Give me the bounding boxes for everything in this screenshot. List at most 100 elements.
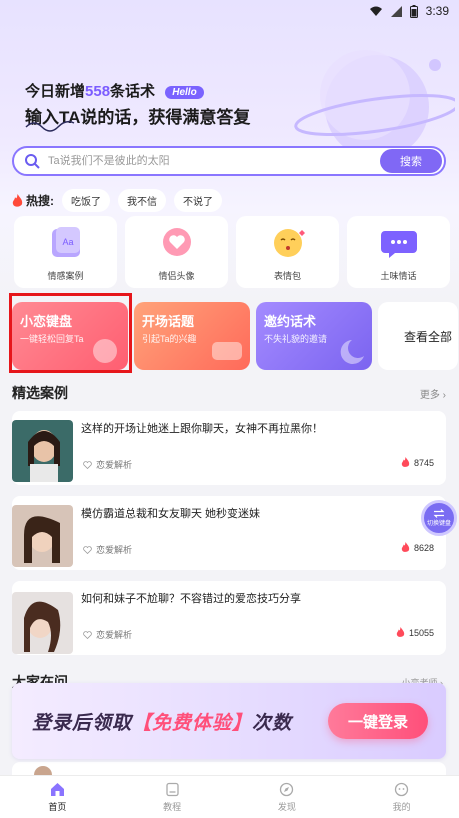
status-bar: 3:39 xyxy=(0,0,459,22)
tab-home[interactable]: 首页 xyxy=(0,776,115,818)
svg-text:Aa: Aa xyxy=(62,237,73,247)
login-promo-banner[interactable]: 登录后领取【免费体验】次数 一键登录 xyxy=(12,683,446,759)
featured-more-link[interactable]: 更多 › xyxy=(420,386,446,401)
case-item[interactable]: 模仿霸道总裁和女友聊天 她秒变迷妹 恋爱解析 8628 xyxy=(12,496,446,570)
headline-prefix: 今日新增 xyxy=(25,83,86,100)
category-label: 土味情话 xyxy=(380,271,417,281)
book-icon xyxy=(165,782,179,796)
hot-chip[interactable]: 不说了 xyxy=(174,189,222,212)
compass-icon xyxy=(280,782,294,796)
case-count-value: 8745 xyxy=(413,457,434,468)
hot-search-text: 热搜: xyxy=(26,194,54,208)
case-count: 8745 xyxy=(401,457,434,468)
category-label: 情感案例 xyxy=(47,271,84,281)
featured-header: 精选案例 更多 › xyxy=(12,383,446,403)
view-all-label: 查看全部 xyxy=(404,329,453,344)
tab-label: 首页 xyxy=(48,801,67,812)
case-thumbnail xyxy=(12,505,73,567)
promo-highlight: 【免费体验】 xyxy=(132,712,253,734)
hot-chip[interactable]: 吃饭了 xyxy=(62,189,110,212)
category-couple-avatars[interactable]: 情侣头像 xyxy=(125,216,228,288)
home-icon xyxy=(50,782,64,796)
tool-title: 邀约话术 xyxy=(264,314,317,329)
category-stickers[interactable]: 表情包 xyxy=(236,216,339,288)
kiss-emoji-icon xyxy=(274,229,305,257)
chat-dots-icon xyxy=(212,342,242,360)
case-tag: 恋爱解析 xyxy=(83,543,132,556)
search-button[interactable]: 搜索 xyxy=(380,149,442,173)
tool-subtitle: 不失礼貌的邀请 xyxy=(264,334,328,344)
fire-icon xyxy=(401,457,410,467)
aa-book-icon: Aa xyxy=(52,227,80,257)
category-label: 表情包 xyxy=(273,271,301,281)
moon-icon xyxy=(340,340,364,364)
case-item[interactable]: 这样的开场让她迷上跟你聊天，女神不再拉黑你！ 恋爱解析 8745 xyxy=(12,411,446,485)
switch-keyboard-button[interactable]: 切换键盘 xyxy=(421,500,457,536)
profile-icon xyxy=(394,782,409,796)
fire-icon xyxy=(12,193,23,207)
battery-icon xyxy=(409,4,418,18)
heart-outline-icon xyxy=(83,460,92,469)
case-tag-label: 恋爱解析 xyxy=(96,630,133,640)
case-count: 15055 xyxy=(396,627,434,638)
tab-label: 教程 xyxy=(163,801,182,812)
case-thumbnail xyxy=(12,420,73,482)
tool-invitation-lines[interactable]: 邀约话术 不失礼貌的邀请 xyxy=(256,302,372,370)
case-item[interactable]: 如何和妹子不尬聊？不容错过的爱恋技巧分享 恋爱解析 15055 xyxy=(12,581,446,655)
promo-suffix: 次数 xyxy=(252,712,293,734)
tab-label: 发现 xyxy=(277,801,296,812)
case-title: 模仿霸道总裁和女友聊天 她秒变迷妹 xyxy=(81,508,261,520)
question-item-peek xyxy=(12,762,446,784)
heart-outline-icon xyxy=(83,545,92,554)
promo-prefix: 登录后领取 xyxy=(32,712,133,734)
chat-bubble-icon xyxy=(381,231,417,258)
clock: 3:39 xyxy=(425,4,449,18)
one-click-login-button[interactable]: 一键登录 xyxy=(328,703,428,739)
new-count: 558 xyxy=(85,83,111,100)
featured-title: 精选案例 xyxy=(12,385,68,401)
wifi-icon xyxy=(369,6,382,16)
tab-discover[interactable]: 发现 xyxy=(230,776,345,818)
fire-icon xyxy=(401,542,410,552)
swap-arrows-icon xyxy=(433,509,445,518)
category-label: 情侣头像 xyxy=(158,271,195,281)
switch-keyboard-label: 切换键盘 xyxy=(426,521,451,527)
case-tag: 恋爱解析 xyxy=(83,628,132,641)
headline-suffix: 条话术 xyxy=(110,83,156,100)
search-input[interactable] xyxy=(46,154,380,168)
case-tag-label: 恋爱解析 xyxy=(96,460,133,470)
fire-icon xyxy=(396,627,405,637)
heart-chat-icon xyxy=(163,228,191,256)
tab-mine[interactable]: 我的 xyxy=(344,776,459,818)
search-icon xyxy=(25,154,40,169)
category-cheesy-lines[interactable]: 土味情话 xyxy=(347,216,450,288)
hot-search-row: 热搜: 吃饭了 我不信 不说了 xyxy=(12,189,222,212)
tool-opening-topics[interactable]: 开场话题 引起Ta的兴趣 xyxy=(134,302,250,370)
case-count-value: 15055 xyxy=(408,627,434,638)
squiggle-decoration xyxy=(25,120,75,132)
tab-label: 我的 xyxy=(392,801,411,812)
case-thumbnail xyxy=(12,592,73,654)
hot-chip[interactable]: 我不信 xyxy=(118,189,166,212)
daily-new-headline: 今日新增558条话术 Hello xyxy=(25,80,204,101)
promo-text: 登录后领取【免费体验】次数 xyxy=(32,708,292,735)
case-count: 8628 xyxy=(401,542,434,553)
case-title: 如何和妹子不尬聊？不容错过的爱恋技巧分享 xyxy=(81,593,301,605)
heart-outline-icon xyxy=(83,630,92,639)
hello-badge: Hello xyxy=(165,85,204,99)
highlight-box xyxy=(9,293,132,373)
signal-icon xyxy=(390,5,402,17)
tab-tutorial[interactable]: 教程 xyxy=(115,776,230,818)
case-count-value: 8628 xyxy=(413,542,434,553)
case-tag-label: 恋爱解析 xyxy=(96,545,133,555)
view-all-tools[interactable]: 查看全部 xyxy=(378,302,458,370)
category-emotion-cases[interactable]: Aa 情感案例 xyxy=(14,216,117,288)
tool-subtitle: 引起Ta的兴趣 xyxy=(142,334,197,344)
search-bar: 搜索 xyxy=(12,146,446,176)
hot-search-label: 热搜: xyxy=(12,192,54,209)
category-grid: Aa 情感案例 情侣头像 表情包 土味情话 xyxy=(14,216,450,288)
tool-title: 开场话题 xyxy=(142,314,195,329)
case-title: 这样的开场让她迷上跟你聊天，女神不再拉黑你！ xyxy=(81,423,323,435)
bottom-tab-bar: 首页 教程 发现 我的 xyxy=(0,775,459,818)
case-tag: 恋爱解析 xyxy=(83,458,132,471)
